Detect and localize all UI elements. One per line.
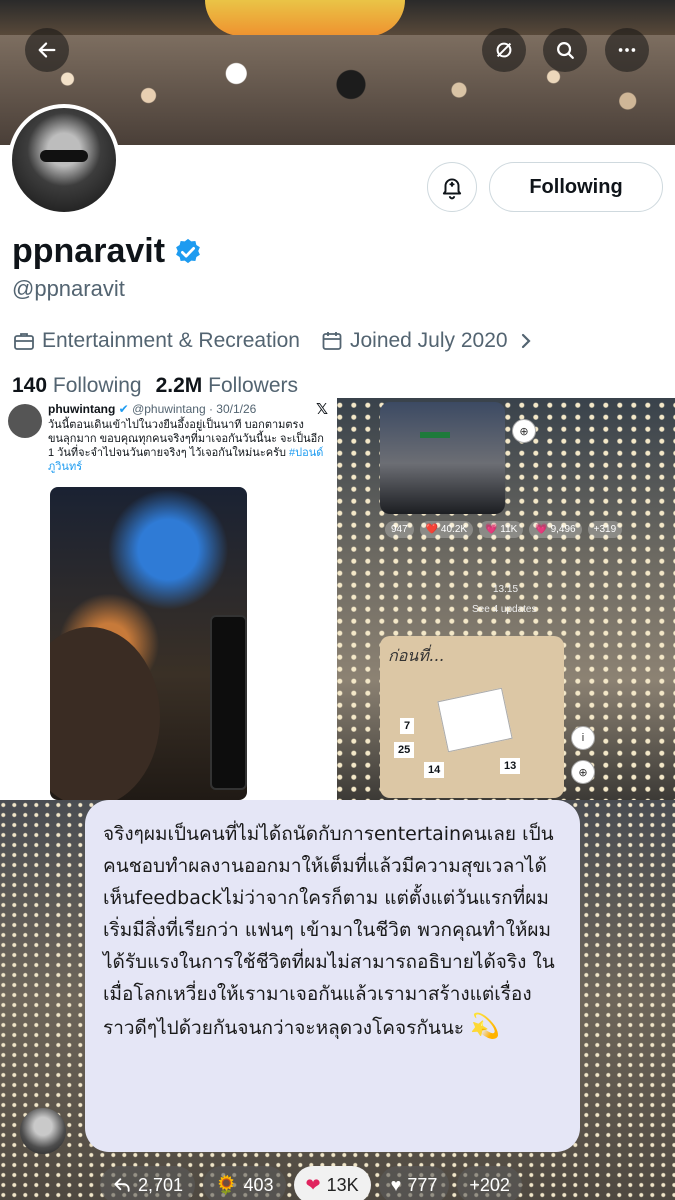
story-time: 13:15 (493, 584, 519, 595)
bell-icon (442, 178, 462, 200)
reply-arrow-icon (114, 1178, 130, 1192)
story-reaction-more: +319 (587, 521, 623, 538)
briefcase-icon (14, 333, 34, 350)
grok-icon (496, 42, 512, 58)
following-button[interactable]: Following (489, 162, 663, 212)
following-stat[interactable]: 140 Following (12, 374, 142, 398)
embedded-tweet-avatar (8, 404, 42, 438)
category-item: Entertainment & Recreation (12, 329, 300, 353)
sunflower-icon: 🌻 (215, 1174, 238, 1195)
story-reaction-heart: ❤️ 40.2K (419, 521, 474, 538)
sunflower-reaction[interactable]: 🌻 403 (203, 1166, 286, 1200)
story-author-avatar[interactable] (20, 1108, 66, 1154)
display-name-text: ppnaravit (12, 232, 166, 270)
expand-icon[interactable]: ⊕ (512, 419, 536, 443)
joined-text: Joined July 2020 (349, 329, 508, 352)
followers-count: 2.2M (155, 374, 203, 397)
more-reactions[interactable]: +202 (457, 1166, 522, 1200)
small-verified-icon: ✔ (118, 402, 129, 416)
calendar-handwritten-title: ก่อนที่... (388, 646, 445, 665)
follow-stats: 140 Following 2.2M Followers (12, 374, 298, 398)
profile-meta: Entertainment & Recreation Joined July 2… (12, 329, 538, 353)
avatar-sunglasses (40, 150, 88, 162)
road-sign (420, 432, 450, 438)
embedded-tweet-body: วันนี้ตอนเดินเข้าไปในวงยืนอึ้งอยู่เป็นนา… (48, 418, 330, 474)
calendar-note-14: 14 (424, 762, 445, 778)
story-reaction-reply: 947 (385, 521, 414, 538)
calendar-icon (322, 332, 342, 350)
info-icon[interactable]: i (571, 726, 595, 750)
black-heart-count: 777 (407, 1174, 438, 1195)
search-icon (557, 42, 574, 59)
more-reactions-count: +202 (469, 1174, 510, 1195)
grok-button[interactable] (482, 28, 526, 72)
followers-label: Followers (208, 374, 298, 397)
embedded-tweet-author: phuwintang (48, 402, 116, 416)
profile-avatar[interactable] (8, 104, 120, 216)
following-count: 140 (12, 374, 48, 397)
story-updates-link[interactable]: See 4 updates (472, 604, 537, 615)
calendar-photo[interactable]: ก่อนที่... 7 25 14 13 (380, 636, 564, 798)
embedded-tweet-text: วันนี้ตอนเดินเข้าไปในวงยืนอึ้งอยู่เป็นนา… (48, 419, 324, 459)
reply-reaction[interactable]: 2,701 (100, 1166, 196, 1200)
calendar-note-7: 7 (400, 718, 415, 734)
video-phone-screen (210, 615, 247, 790)
heart-icon: ❤ (305, 1174, 321, 1195)
message-bubble: จริงๆผมเป็นคนที่ไม่ได้ถนัดกับการentertai… (85, 800, 580, 1152)
more-button[interactable] (605, 28, 649, 72)
category-text: Entertainment & Recreation (42, 329, 300, 352)
user-handle: @ppnaravit (12, 276, 125, 301)
car-video-thumbnail[interactable] (380, 402, 505, 514)
message-text: จริงๆผมเป็นคนที่ไม่ได้ถนัดกับการentertai… (103, 823, 555, 1039)
concert-video-thumbnail[interactable] (50, 487, 247, 800)
black-heart-icon: ♥ (390, 1174, 402, 1195)
verified-badge-icon[interactable] (173, 237, 203, 267)
following-label: Following (52, 374, 142, 397)
back-arrow-icon (38, 42, 56, 58)
display-name: ppnaravit (12, 232, 203, 271)
embedded-tweet-handle-date: @phuwintang · 30/1/26 (132, 402, 257, 416)
x-logo-icon: 𝕏 (316, 401, 329, 418)
story-reaction-pink2: 💗 9,496 (529, 521, 582, 538)
chevron-right-icon (521, 333, 531, 349)
sunflower-count: 403 (243, 1174, 274, 1195)
search-button[interactable] (543, 28, 587, 72)
embedded-tweet-header: phuwintang ✔ @phuwintang · 30/1/26 (48, 402, 256, 416)
story-reactions: 947 ❤️ 40.2K 💗 11K 💗 9,496 +319 (385, 521, 623, 538)
calendar-note-13: 13 (500, 758, 521, 774)
followers-stat[interactable]: 2.2M Followers (156, 374, 298, 398)
joined-item[interactable]: Joined July 2020 (320, 329, 538, 353)
heart-reaction[interactable]: ❤ 13K (293, 1166, 371, 1200)
heart-count: 13K (326, 1174, 359, 1195)
reaction-bar: 2,701 🌻 403 ❤ 13K ♥ 777 +202 (100, 1166, 522, 1200)
more-dots-icon (618, 48, 636, 52)
expand-icon-2[interactable]: ⊕ (571, 760, 595, 784)
reply-count: 2,701 (138, 1174, 184, 1195)
calendar-note-25: 25 (394, 742, 415, 758)
back-button[interactable] (25, 28, 69, 72)
sparkle-emoji: 💫 (470, 1012, 500, 1040)
story-reaction-pink: 💗 11K (479, 521, 524, 538)
banner-stage (205, 0, 405, 36)
black-heart-reaction[interactable]: ♥ 777 (378, 1166, 450, 1200)
calendar-book (437, 687, 513, 753)
notifications-bell-button[interactable] (427, 162, 477, 212)
video-foreground-head (50, 627, 160, 800)
